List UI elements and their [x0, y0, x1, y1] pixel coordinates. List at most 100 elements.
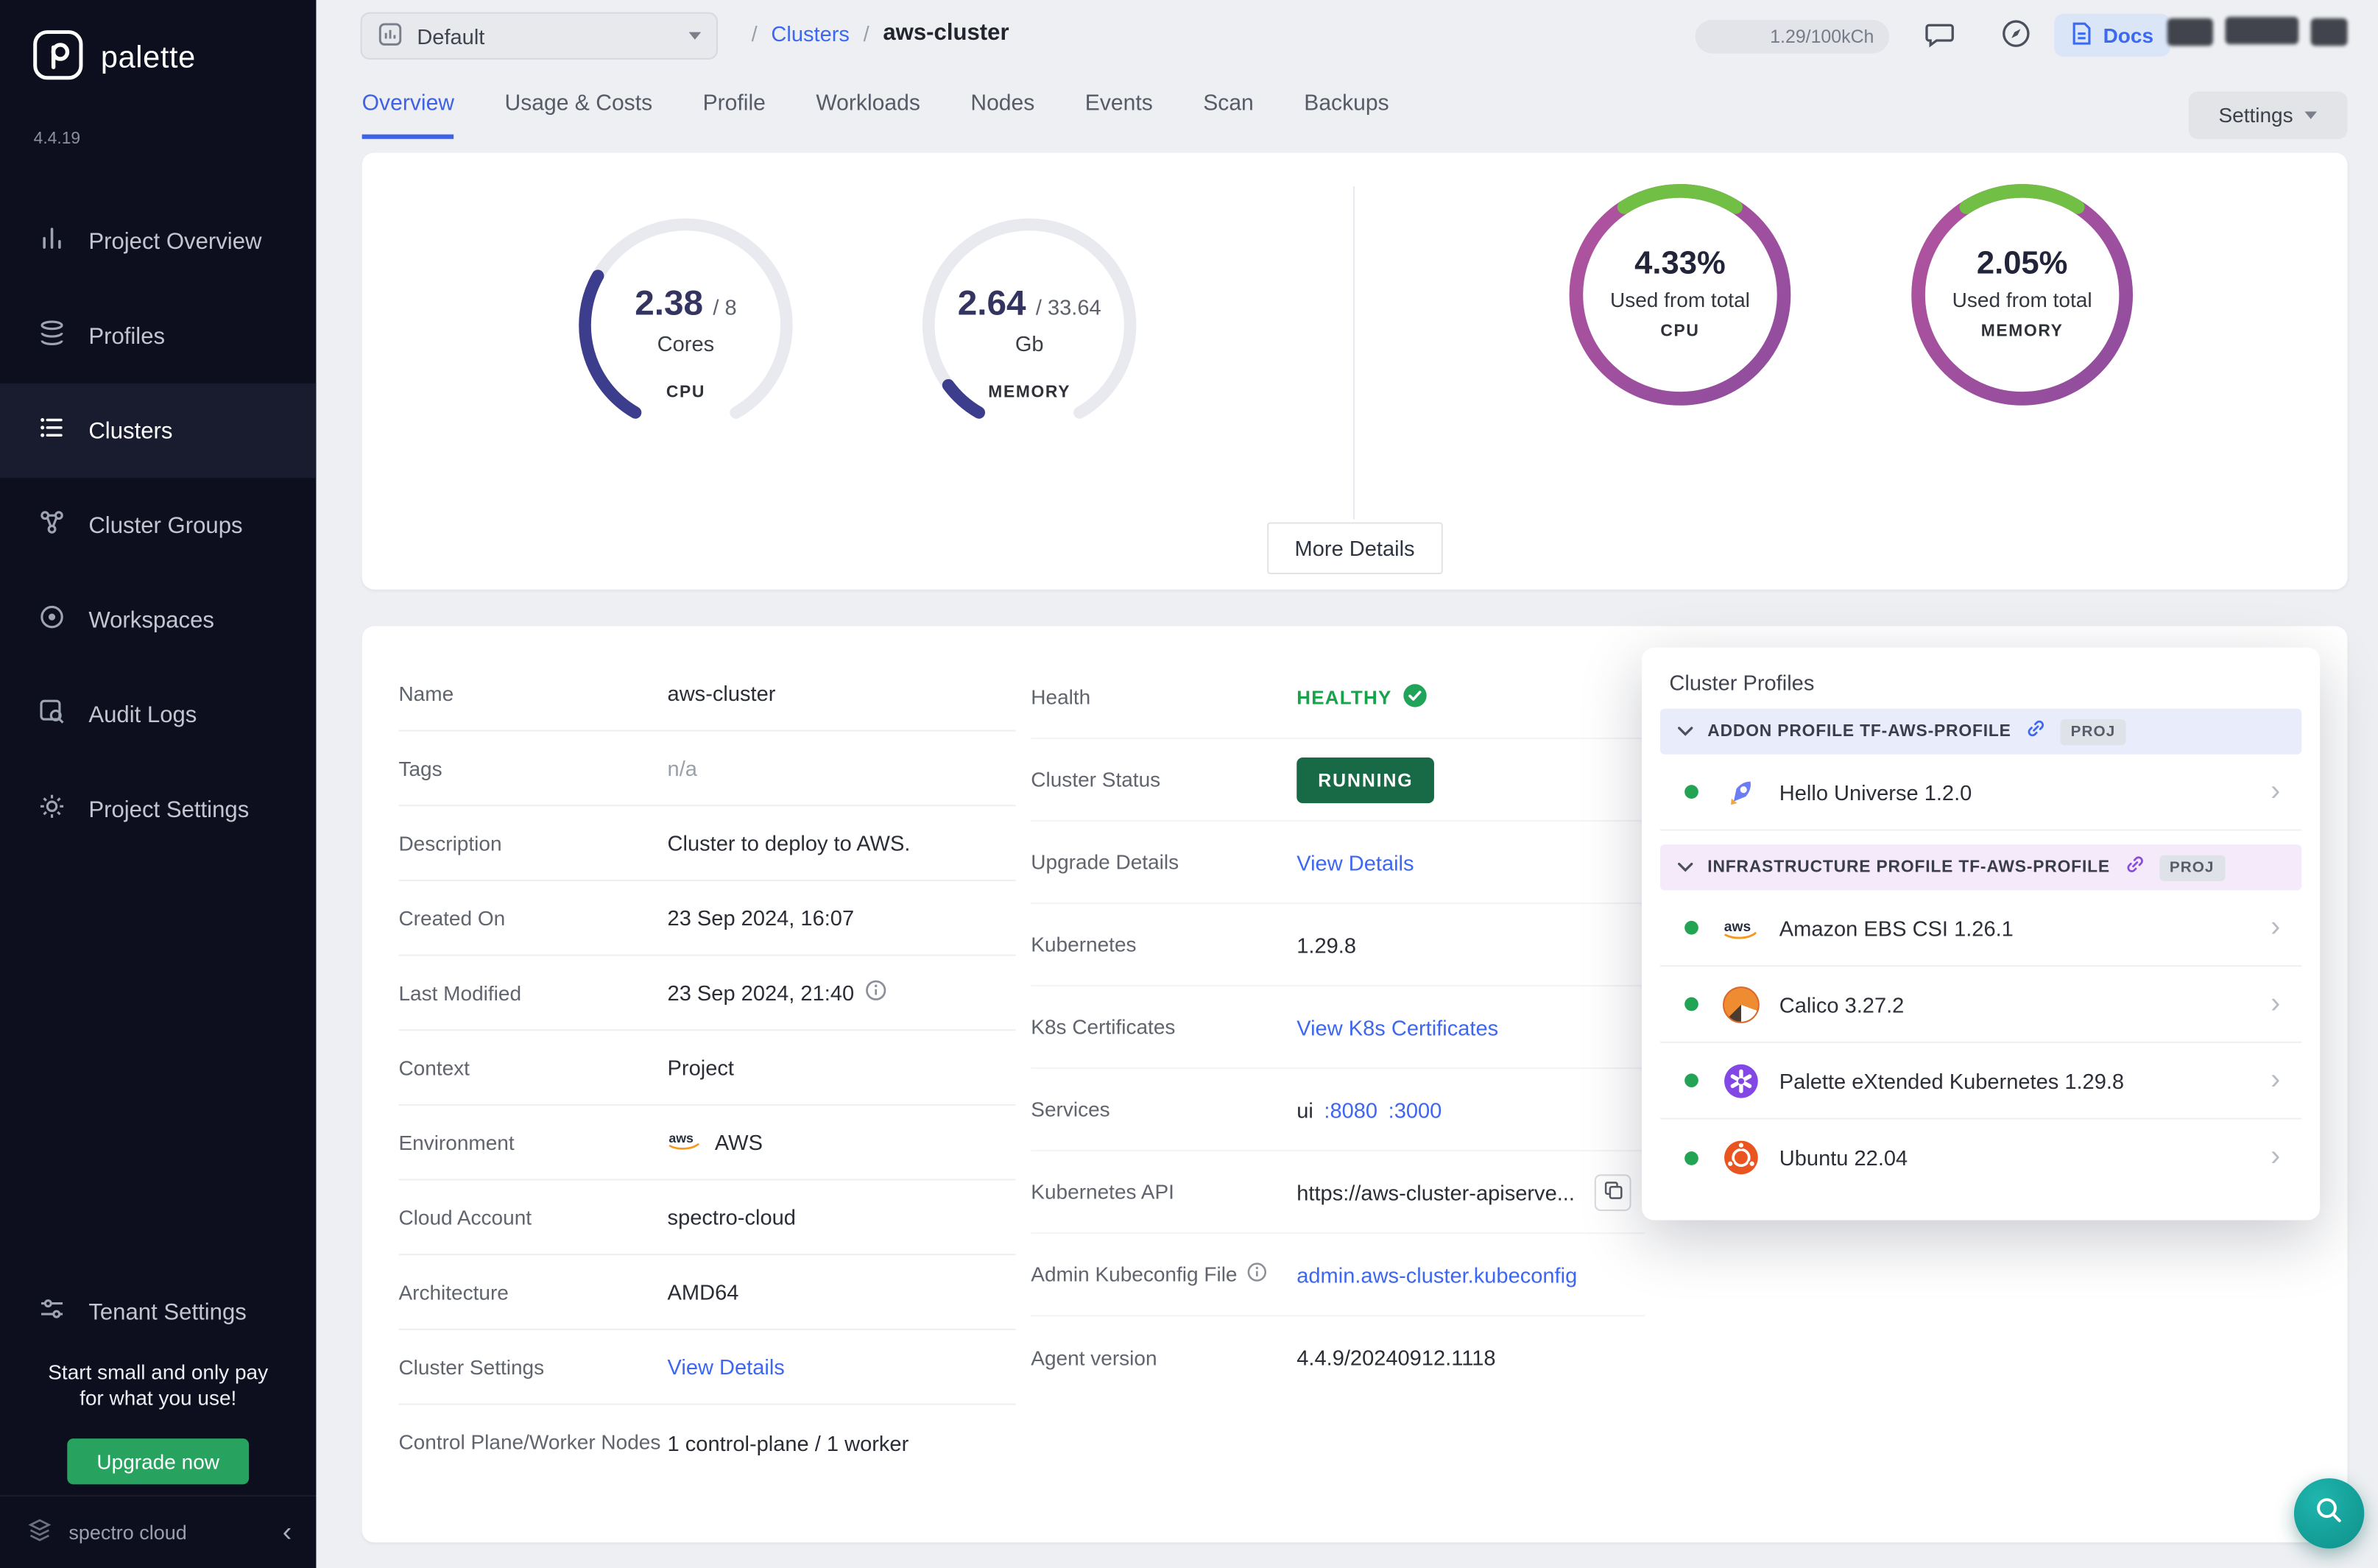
usage-quota-pill: 1.29/100kCh — [1696, 20, 1889, 54]
sidebar-item-project-overview[interactable]: Project Overview — [0, 194, 316, 289]
chevron-down-icon — [1677, 718, 1694, 745]
sidebar-item-project-settings[interactable]: Project Settings — [0, 762, 316, 857]
project-selector[interactable]: Default — [361, 13, 718, 60]
addon-profile-header[interactable]: ADDON PROFILE TF-AWS-PROFILE PROJ — [1660, 709, 2301, 755]
sidebar-item-label: Cluster Groups — [88, 512, 242, 538]
upgrade-view-details-link[interactable]: View Details — [1296, 850, 1414, 874]
rocket-icon — [1721, 772, 1761, 812]
memory-donut-caption: Used from total — [1903, 289, 2142, 311]
pxk-flower-icon — [1721, 1061, 1761, 1101]
kubeconfig-download-link[interactable]: admin.aws-cluster.kubeconfig — [1296, 1262, 1577, 1287]
running-status-badge[interactable]: RUNNING — [1296, 757, 1434, 802]
detail-row-agent-version: Agent version 4.4.9/20240912.1118 — [1031, 1316, 1645, 1399]
sidebar-footer: spectro cloud ‹ — [0, 1495, 316, 1568]
cluster-list-icon — [37, 412, 67, 449]
profile-pack-palette-extended-kubernetes[interactable]: Palette eXtended Kubernetes 1.29.8 › — [1660, 1043, 2301, 1120]
tab-nodes[interactable]: Nodes — [970, 91, 1034, 138]
service-port-8080-link[interactable]: :8080 — [1324, 1098, 1377, 1122]
infrastructure-profile-header[interactable]: INFRASTRUCTURE PROFILE TF-AWS-PROFILE PR… — [1660, 844, 2301, 890]
chevron-right-icon: › — [2271, 1141, 2293, 1175]
sidebar-item-label: Clusters — [88, 417, 172, 443]
detail-row-description: Description Cluster to deploy to AWS. — [398, 806, 1015, 881]
copy-button[interactable] — [1595, 1173, 1631, 1210]
app-root: palette 4.4.19 Project Overview Profiles… — [0, 0, 2378, 1568]
layers-icon — [37, 317, 67, 354]
calico-icon — [1721, 984, 1761, 1024]
memory-gauge-label: MEMORY — [914, 384, 1146, 402]
redacted-user-text — [2311, 18, 2348, 46]
tab-scan[interactable]: Scan — [1203, 91, 1254, 138]
breadcrumb-clusters-link[interactable]: Clusters — [771, 21, 850, 45]
docs-button[interactable]: Docs — [2054, 14, 2170, 57]
redacted-user-text — [2167, 18, 2213, 46]
redacted-user-text — [2226, 17, 2299, 44]
info-icon[interactable] — [1246, 1262, 1268, 1288]
profile-pack-calico[interactable]: Calico 3.27.2 › — [1660, 967, 2301, 1043]
chevron-right-icon: › — [2271, 1064, 2293, 1098]
svg-text:aws: aws — [1724, 919, 1751, 934]
tab-overview[interactable]: Overview — [362, 91, 454, 138]
detail-row-health: Health HEALTHY — [1031, 657, 1645, 739]
profile-pack-hello-universe[interactable]: Hello Universe 1.2.0 › — [1660, 755, 2301, 831]
link-icon[interactable] — [2124, 853, 2145, 882]
detail-row-tags: Tags n/a — [398, 732, 1015, 807]
tab-backups[interactable]: Backups — [1304, 91, 1389, 138]
aws-icon: aws — [668, 1127, 705, 1157]
card-divider — [1353, 186, 1355, 519]
info-icon[interactable] — [865, 979, 888, 1006]
proj-badge: PROJ — [2159, 855, 2225, 880]
chat-button[interactable] — [1919, 15, 1961, 58]
detail-row-name: Name aws-cluster — [398, 657, 1015, 732]
memory-gauge-value: 2.64 / 33.64 — [914, 283, 1146, 324]
memory-gauge: 2.64 / 33.64 Gb MEMORY — [914, 209, 1146, 441]
link-icon[interactable] — [2025, 717, 2046, 746]
breadcrumb-separator: / — [864, 21, 869, 45]
help-button[interactable] — [1994, 15, 2037, 58]
cpu-gauge-value: 2.38 / 8 — [570, 283, 802, 324]
detail-row-kubernetes-api: Kubernetes API https://aws-cluster-apise… — [1031, 1151, 1645, 1234]
tab-events[interactable]: Events — [1085, 91, 1153, 138]
profile-pack-ubuntu[interactable]: Ubuntu 22.04 › — [1660, 1120, 2301, 1196]
support-search-fab[interactable] — [2294, 1478, 2364, 1548]
settings-button[interactable]: Settings — [2189, 91, 2348, 138]
sidebar: palette 4.4.19 Project Overview Profiles… — [0, 0, 316, 1568]
service-port-3000-link[interactable]: :3000 — [1389, 1098, 1442, 1122]
profile-pack-amazon-ebs-csi[interactable]: aws Amazon EBS CSI 1.26.1 › — [1660, 890, 2301, 967]
copy-icon — [1603, 1180, 1623, 1204]
audit-search-icon — [37, 696, 67, 733]
memory-gauge-unit: Gb — [914, 331, 1146, 356]
detail-row-architecture: Architecture AMD64 — [398, 1255, 1015, 1330]
sidebar-item-clusters[interactable]: Clusters — [0, 384, 316, 478]
sidebar-item-tenant-settings[interactable]: Tenant Settings — [0, 1265, 316, 1360]
detail-row-services: Services ui :8080 :3000 — [1031, 1069, 1645, 1151]
sidebar-item-label: Tenant Settings — [88, 1299, 247, 1324]
node-graph-icon — [37, 507, 67, 544]
cpu-donut-label: CPU — [1561, 322, 1799, 341]
magnifier-icon — [2312, 1493, 2346, 1534]
sidebar-collapse-icon[interactable]: ‹ — [283, 1516, 292, 1549]
sidebar-item-workspaces[interactable]: Workspaces — [0, 573, 316, 668]
tab-workloads[interactable]: Workloads — [816, 91, 920, 138]
breadcrumb-separator: / — [752, 21, 758, 45]
pack-status-dot — [1684, 921, 1698, 935]
more-details-button[interactable]: More Details — [1267, 522, 1442, 574]
memory-donut-percent: 2.05% — [1903, 246, 2142, 283]
sidebar-item-cluster-groups[interactable]: Cluster Groups — [0, 478, 316, 573]
tab-usage-costs[interactable]: Usage & Costs — [504, 91, 652, 138]
document-icon — [2071, 21, 2092, 49]
footer-brand-text: spectro cloud — [68, 1521, 186, 1544]
cluster-tabs-row: Overview Usage & Costs Profile Workloads… — [362, 91, 2348, 138]
sliders-icon — [37, 1293, 67, 1330]
upgrade-now-button[interactable]: Upgrade now — [67, 1438, 249, 1484]
project-selector-value: Default — [417, 24, 484, 48]
view-k8s-certificates-link[interactable]: View K8s Certificates — [1296, 1015, 1498, 1039]
cluster-settings-view-details-link[interactable]: View Details — [668, 1355, 785, 1379]
sidebar-item-audit-logs[interactable]: Audit Logs — [0, 668, 316, 763]
sidebar-item-profiles[interactable]: Profiles — [0, 289, 316, 384]
spectro-cloud-logo-icon — [24, 1515, 54, 1550]
svg-text:aws: aws — [668, 1131, 694, 1145]
detail-row-upgrade-details: Upgrade Details View Details — [1031, 822, 1645, 904]
chevron-down-icon — [2305, 111, 2318, 119]
service-name: ui — [1296, 1098, 1313, 1122]
tab-profile[interactable]: Profile — [703, 91, 766, 138]
